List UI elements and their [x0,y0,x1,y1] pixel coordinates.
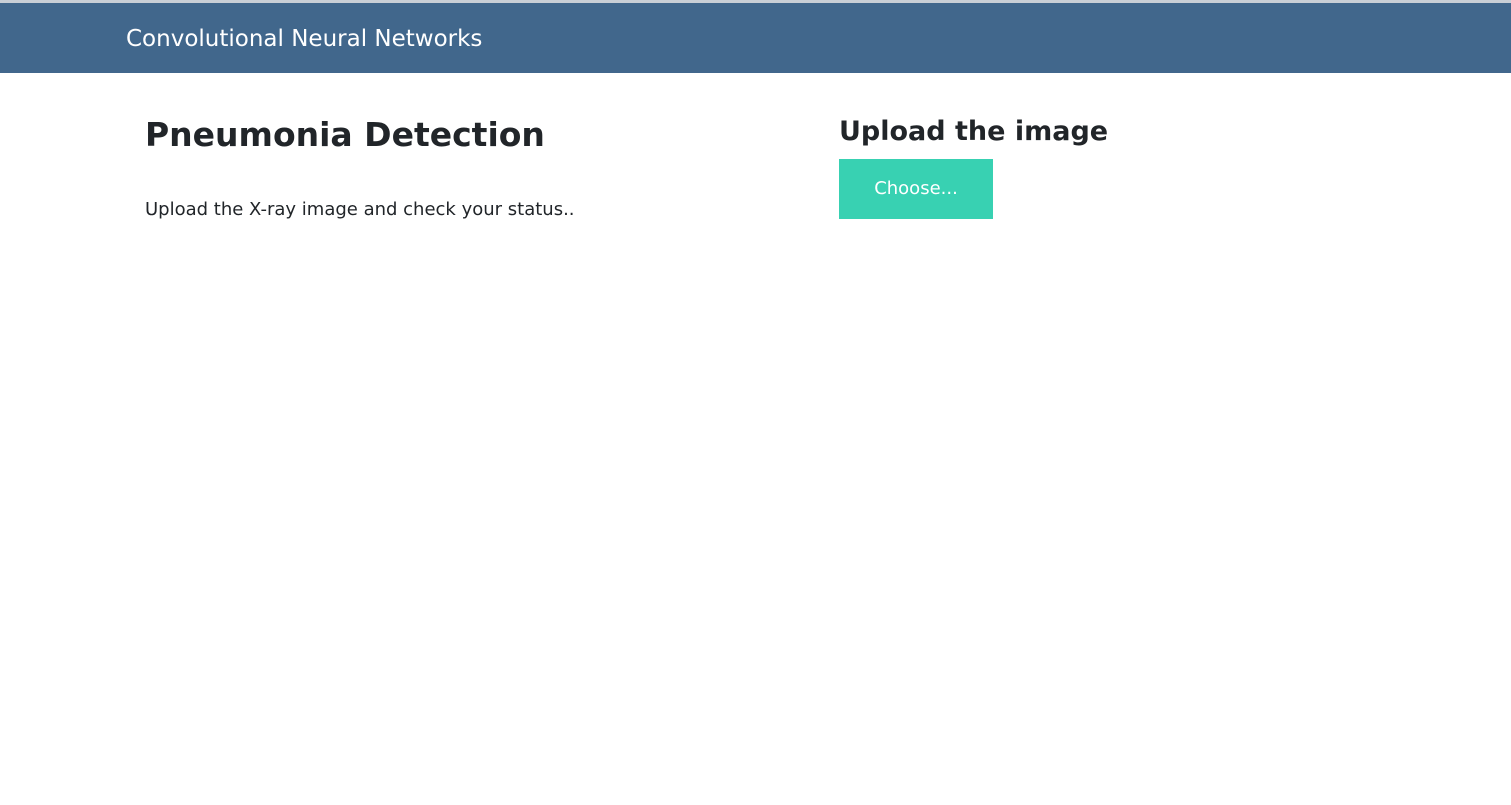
navbar: Convolutional Neural Networks [0,3,1511,73]
choose-file-button[interactable]: Choose... [839,159,993,219]
navbar-brand[interactable]: Convolutional Neural Networks [126,25,482,53]
intro-section: Pneumonia Detection Upload the X-ray ima… [145,110,745,222]
upload-title: Upload the image [839,116,1109,147]
page-title: Pneumonia Detection [145,115,545,154]
upload-section: Upload the image Choose... [839,110,1339,219]
page-subtitle: Upload the X-ray image and check your st… [145,199,575,220]
